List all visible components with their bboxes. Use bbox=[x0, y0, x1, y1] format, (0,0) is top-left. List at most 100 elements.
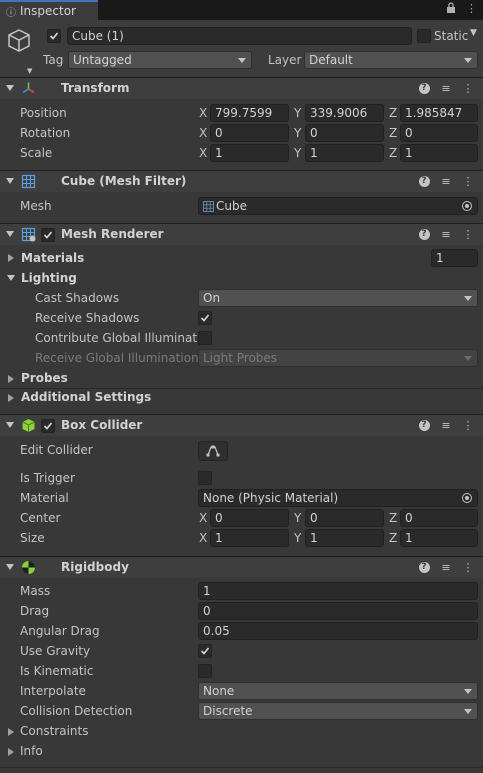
rotation-x-axis[interactable]: X bbox=[199, 126, 207, 140]
receive-shadows-checkbox[interactable] bbox=[198, 311, 212, 325]
size-z-input[interactable]: 1 bbox=[400, 529, 478, 547]
info-foldout-icon[interactable] bbox=[8, 748, 14, 756]
rotation-y-axis[interactable]: Y bbox=[294, 126, 301, 140]
cast-shadows-dropdown[interactable]: On bbox=[198, 289, 478, 307]
scale-y-input[interactable]: 1 bbox=[305, 144, 384, 162]
foldout-arrow-icon[interactable] bbox=[6, 85, 14, 91]
object-name-input[interactable]: Cube (1) bbox=[67, 27, 412, 45]
mesh-object-field[interactable]: Cube bbox=[198, 197, 478, 215]
constraints-foldout-icon[interactable] bbox=[8, 728, 14, 736]
rotation-x-input[interactable]: 0 bbox=[210, 124, 289, 142]
foldout-arrow-icon[interactable] bbox=[6, 422, 14, 428]
transform-title: Transform bbox=[61, 81, 130, 95]
rotation-z-input[interactable]: 0 bbox=[400, 124, 478, 142]
center-y-axis[interactable]: Y bbox=[294, 511, 301, 525]
mesh-renderer-icon bbox=[21, 227, 36, 242]
materials-count-input[interactable]: 1 bbox=[431, 249, 478, 267]
position-z-axis[interactable]: Z bbox=[389, 106, 397, 120]
size-z-axis[interactable]: Z bbox=[389, 531, 397, 545]
active-checkbox[interactable] bbox=[47, 29, 61, 43]
mass-input[interactable]: 1 bbox=[198, 582, 478, 600]
edit-collider-button[interactable] bbox=[198, 441, 228, 461]
position-y-input[interactable]: 339.9006 bbox=[305, 104, 384, 122]
probes-foldout-icon[interactable] bbox=[8, 375, 14, 383]
mesh-renderer-header[interactable]: Mesh Renderer ? ≡ ⋮ bbox=[0, 223, 483, 245]
drag-input[interactable]: 0 bbox=[198, 602, 478, 620]
size-y-input[interactable]: 1 bbox=[305, 529, 384, 547]
scale-x-axis[interactable]: X bbox=[199, 146, 207, 160]
help-icon[interactable]: ? bbox=[418, 560, 430, 574]
materials-foldout-icon[interactable] bbox=[8, 254, 14, 262]
is-trigger-checkbox[interactable] bbox=[198, 471, 212, 485]
position-x-input[interactable]: 799.7599 bbox=[210, 104, 289, 122]
additional-settings-label[interactable]: Additional Settings bbox=[21, 390, 151, 404]
kebab-menu-icon[interactable]: ⋮ bbox=[462, 227, 474, 241]
foldout-arrow-icon[interactable] bbox=[6, 564, 14, 570]
additional-settings-foldout-icon[interactable] bbox=[8, 394, 14, 402]
box-collider-enabled-checkbox[interactable] bbox=[41, 419, 55, 433]
help-icon[interactable]: ? bbox=[418, 174, 430, 188]
collision-detection-dropdown[interactable]: Discrete bbox=[198, 702, 478, 720]
foldout-arrow-icon[interactable] bbox=[6, 231, 14, 237]
help-icon[interactable]: ? bbox=[418, 81, 430, 95]
scale-z-input[interactable]: 1 bbox=[400, 144, 478, 162]
center-z-input[interactable]: 0 bbox=[400, 509, 478, 527]
presets-icon[interactable]: ≡ bbox=[440, 418, 452, 432]
scale-x-input[interactable]: 1 bbox=[210, 144, 289, 162]
presets-icon[interactable]: ≡ bbox=[440, 174, 452, 188]
presets-icon[interactable]: ≡ bbox=[440, 560, 452, 574]
kebab-menu-icon[interactable]: ⋮ bbox=[462, 174, 474, 188]
help-icon[interactable]: ? bbox=[418, 227, 430, 241]
position-x-axis[interactable]: X bbox=[199, 106, 207, 120]
lighting-foldout-icon[interactable] bbox=[7, 275, 15, 281]
lock-icon[interactable] bbox=[446, 2, 456, 16]
static-dropdown-arrow-icon[interactable]: ▼ bbox=[470, 28, 477, 38]
use-gravity-checkbox[interactable] bbox=[198, 644, 212, 658]
size-x-input[interactable]: 1 bbox=[210, 529, 289, 547]
contribute-gi-checkbox[interactable] bbox=[198, 331, 212, 345]
presets-icon[interactable]: ≡ bbox=[440, 81, 452, 95]
kebab-menu-icon[interactable]: ⋮ bbox=[466, 2, 477, 16]
materials-label[interactable]: Materials bbox=[21, 251, 84, 265]
rotation-z-axis[interactable]: Z bbox=[389, 126, 397, 140]
object-picker-icon[interactable] bbox=[462, 201, 472, 211]
scale-z-axis[interactable]: Z bbox=[389, 146, 397, 160]
probes-label[interactable]: Probes bbox=[21, 371, 68, 385]
icon-dropdown-arrow-icon[interactable]: ▼ bbox=[27, 67, 32, 75]
layer-dropdown[interactable]: Default bbox=[304, 51, 478, 69]
kebab-menu-icon[interactable]: ⋮ bbox=[462, 560, 474, 574]
help-icon[interactable]: ? bbox=[418, 418, 430, 432]
mesh-renderer-enabled-checkbox[interactable] bbox=[41, 228, 55, 242]
foldout-arrow-icon[interactable] bbox=[6, 178, 14, 184]
position-y-axis[interactable]: Y bbox=[294, 106, 301, 120]
interpolate-dropdown[interactable]: None bbox=[198, 682, 478, 700]
scale-y-axis[interactable]: Y bbox=[294, 146, 301, 160]
center-x-input[interactable]: 0 bbox=[210, 509, 289, 527]
angular-drag-input[interactable]: 0.05 bbox=[198, 622, 478, 640]
presets-icon[interactable]: ≡ bbox=[440, 227, 452, 241]
size-y-axis[interactable]: Y bbox=[294, 531, 301, 545]
info-label[interactable]: Info bbox=[20, 744, 43, 758]
center-z-axis[interactable]: Z bbox=[389, 511, 397, 525]
object-picker-icon[interactable] bbox=[462, 493, 472, 503]
kebab-menu-icon[interactable]: ⋮ bbox=[462, 81, 474, 95]
kebab-menu-icon[interactable]: ⋮ bbox=[462, 418, 474, 432]
center-y-input[interactable]: 0 bbox=[305, 509, 384, 527]
rigidbody-header[interactable]: Rigidbody ? ≡ ⋮ bbox=[0, 556, 483, 578]
material-object-field[interactable]: None (Physic Material) bbox=[198, 489, 478, 507]
position-z-input[interactable]: 1.985847 bbox=[400, 104, 478, 122]
tab-inspector[interactable]: ⓘ Inspector bbox=[0, 0, 98, 20]
is-kinematic-checkbox[interactable] bbox=[198, 664, 212, 678]
box-collider-header[interactable]: Box Collider ? ≡ ⋮ bbox=[0, 414, 483, 436]
center-x-axis[interactable]: X bbox=[199, 511, 207, 525]
constraints-label[interactable]: Constraints bbox=[20, 724, 88, 738]
size-x-axis[interactable]: X bbox=[199, 531, 207, 545]
lighting-label[interactable]: Lighting bbox=[21, 271, 77, 285]
tag-dropdown[interactable]: Untagged bbox=[68, 51, 252, 69]
rotation-y-input[interactable]: 0 bbox=[305, 124, 384, 142]
gameobject-cube-icon[interactable] bbox=[6, 27, 32, 53]
transform-header[interactable]: Transform ? ≡ ⋮ bbox=[0, 77, 483, 99]
static-checkbox[interactable] bbox=[417, 29, 431, 43]
is-kinematic-label: Is Kinematic bbox=[20, 664, 94, 678]
mesh-filter-header[interactable]: Cube (Mesh Filter) ? ≡ ⋮ bbox=[0, 170, 483, 192]
